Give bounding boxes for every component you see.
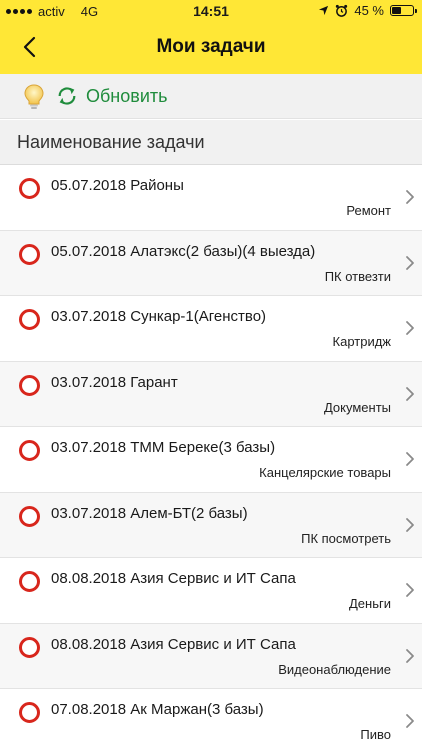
status-circle-icon <box>19 571 40 592</box>
status-bar: activ 4G 14:51 45 % <box>0 0 422 22</box>
alarm-clock-icon <box>336 4 348 17</box>
task-title: 03.07.2018 ТММ Береке(3 базы) <box>51 439 276 456</box>
chevron-right-icon <box>406 583 414 597</box>
status-right: 45 % <box>318 3 417 18</box>
task-row[interactable]: 03.07.2018 Сункар-1(Агенство) Картридж <box>0 296 422 362</box>
task-row[interactable]: 03.07.2018 ТММ Береке(3 базы) Канцелярск… <box>0 427 422 493</box>
battery-icon <box>390 5 417 16</box>
task-row[interactable]: 07.08.2018 Ак Маржан(3 базы) Пиво <box>0 689 422 750</box>
task-row[interactable]: 03.07.2018 Алем-БТ(2 базы) ПК посмотреть <box>0 492 422 558</box>
chevron-right-icon <box>406 190 414 204</box>
status-circle-icon <box>19 309 40 330</box>
status-circle-icon <box>19 374 40 396</box>
nav-bar: Мои задачи <box>0 22 422 74</box>
task-title: 05.07.2018 Алатэкс(2 базы)(4 выезда) <box>51 242 316 260</box>
task-category: Документы <box>323 399 391 415</box>
task-category: ПК отвезти <box>324 268 391 284</box>
task-row[interactable]: 08.08.2018 Азия Сервис и ИТ Сапа Видеона… <box>0 623 422 689</box>
chevron-right-icon <box>406 452 414 466</box>
task-row[interactable]: 08.08.2018 Азия Сервис и ИТ Сапа Деньги <box>0 558 422 624</box>
task-title: 03.07.2018 Сункар-1(Агенство) <box>51 308 267 325</box>
task-row[interactable]: 05.07.2018 Алатэкс(2 базы)(4 выезда) ПК … <box>0 230 422 296</box>
chevron-right-icon <box>406 255 414 270</box>
status-circle-icon <box>19 702 40 723</box>
task-category: Картридж <box>332 334 391 349</box>
toolbar: Обновить <box>0 74 422 119</box>
status-circle-icon <box>19 243 40 265</box>
battery-percent: 45 % <box>354 3 384 18</box>
list-header: Наименование задачи <box>0 120 422 165</box>
page-title: Мои задачи <box>156 36 266 57</box>
task-title: 07.08.2018 Ак Маржан(3 базы) <box>51 701 264 718</box>
task-title: 03.07.2018 Алем-БТ(2 базы) <box>51 504 248 522</box>
task-category: Ремонт <box>346 203 391 218</box>
location-arrow-icon <box>319 5 329 16</box>
task-category: Видеонаблюдение <box>278 661 391 677</box>
task-title: 08.08.2018 Азия Сервис и ИТ Сапа <box>51 635 296 653</box>
refresh-icon[interactable] <box>56 85 78 107</box>
task-list: 05.07.2018 Районы Ремонт 05.07.2018 Алат… <box>0 165 422 750</box>
task-row[interactable]: 05.07.2018 Районы Ремонт <box>0 165 422 231</box>
task-category: Деньги <box>349 596 391 611</box>
task-title: 05.07.2018 Районы <box>51 177 184 194</box>
status-circle-icon <box>19 636 40 658</box>
chevron-right-icon <box>406 648 414 663</box>
chevron-right-icon <box>406 517 414 532</box>
task-category: Пиво <box>360 727 391 742</box>
status-circle-icon <box>19 178 40 199</box>
lightbulb-icon[interactable] <box>22 83 46 111</box>
task-category: Канцелярские товары <box>259 465 391 480</box>
task-title: 03.07.2018 Гарант <box>51 373 178 391</box>
chevron-right-icon <box>406 321 414 335</box>
task-title: 08.08.2018 Азия Сервис и ИТ Сапа <box>51 570 296 587</box>
task-row[interactable]: 03.07.2018 Гарант Документы <box>0 361 422 427</box>
chevron-right-icon <box>406 386 414 401</box>
status-circle-icon <box>19 440 40 461</box>
refresh-button-label[interactable]: Обновить <box>86 86 168 107</box>
chevron-right-icon <box>406 714 414 728</box>
task-category: ПК посмотреть <box>301 530 391 546</box>
status-circle-icon <box>19 505 40 527</box>
battery-fill <box>392 7 401 14</box>
column-header-task-name: Наименование задачи <box>17 132 205 152</box>
